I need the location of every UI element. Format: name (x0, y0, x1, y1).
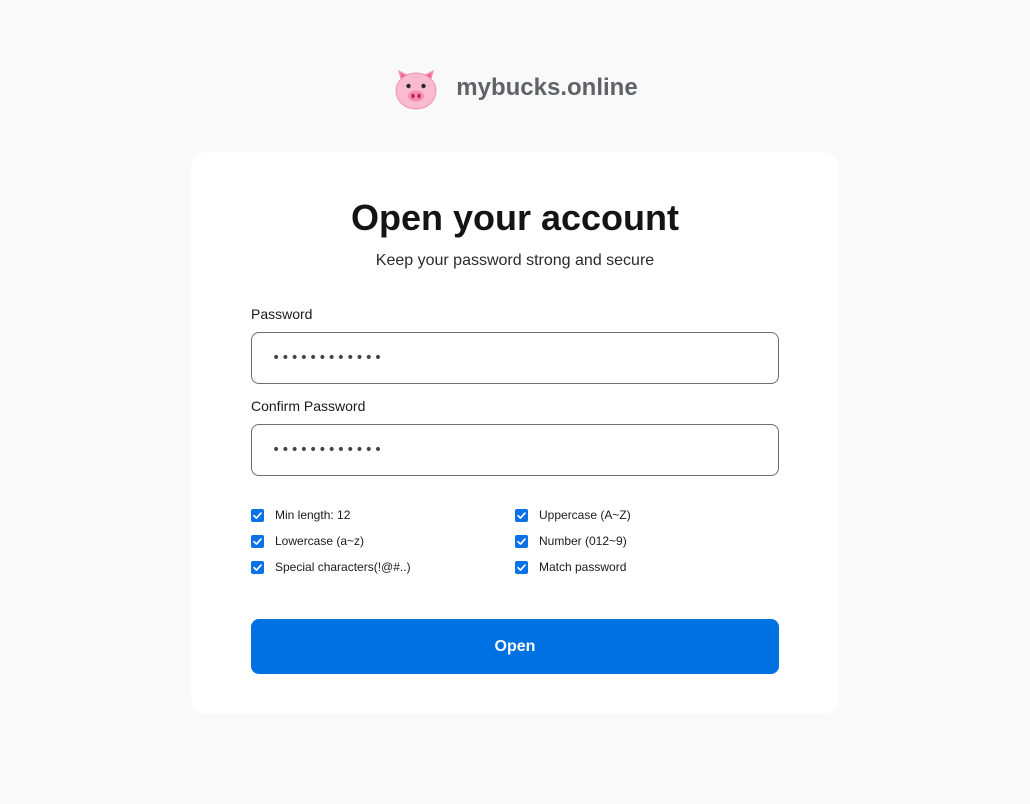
open-button[interactable]: Open (251, 619, 779, 674)
confirm-password-input[interactable] (251, 424, 779, 476)
requirement-uppercase: Uppercase (A~Z) (515, 506, 631, 524)
confirm-password-label: Confirm Password (251, 398, 366, 414)
checkbox-checked-icon[interactable] (251, 508, 264, 522)
checkbox-checked-icon[interactable] (515, 534, 528, 548)
requirement-label: Number (012~9) (539, 534, 627, 548)
checkbox-checked-icon[interactable] (251, 534, 264, 548)
requirement-match-password: Match password (515, 558, 626, 576)
requirement-label: Match password (539, 560, 627, 574)
password-label: Password (251, 306, 313, 322)
brand-header: mybucks.online (0, 64, 1030, 112)
password-input[interactable] (251, 332, 779, 384)
page-subtitle: Keep your password strong and secure (375, 252, 655, 269)
page-title: Open your account (350, 197, 680, 238)
checkbox-checked-icon[interactable] (251, 560, 264, 574)
requirement-label: Lowercase (a~z) (275, 534, 365, 548)
requirement-label: Special characters(!@#..) (275, 560, 411, 574)
requirement-label: Min length: 12 (275, 508, 351, 522)
requirement-number: Number (012~9) (515, 532, 627, 550)
pig-face-icon (395, 70, 437, 110)
requirement-lowercase: Lowercase (a~z) (251, 532, 364, 550)
checkbox-checked-icon[interactable] (515, 508, 528, 522)
brand-name: mybucks.online (456, 74, 638, 101)
requirement-label: Uppercase (A~Z) (539, 508, 631, 522)
checkbox-checked-icon[interactable] (515, 560, 528, 574)
open-account-card: Open your account Keep your password str… (191, 152, 839, 714)
requirement-min-length: Min length: 12 (251, 506, 350, 524)
requirement-special-characters: Special characters(!@#..) (251, 558, 411, 576)
